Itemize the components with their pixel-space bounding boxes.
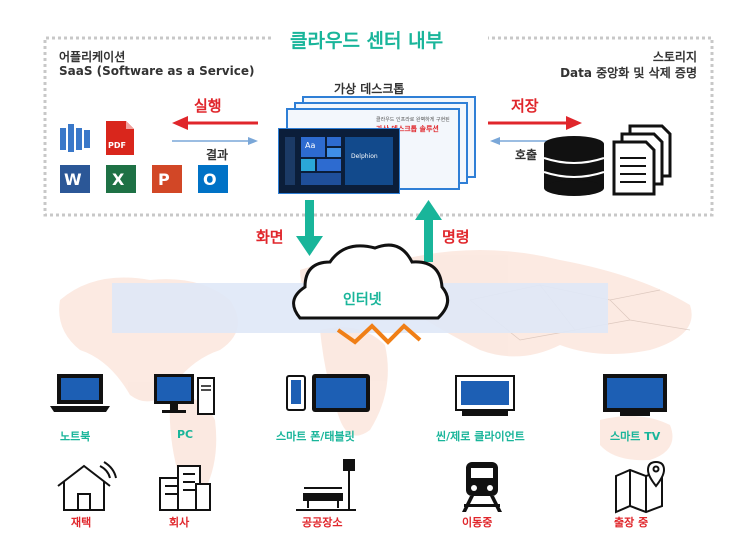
- cloud-architecture-diagram: 클라우드 센터 내부 어플리케이션 SaaS (Software as a Se…: [0, 0, 743, 538]
- location-label-public: 공공장소: [302, 516, 343, 529]
- location-label-business-trip: 출장 중: [614, 516, 649, 529]
- home-icon: [57, 461, 117, 511]
- internet-label: 인터넷: [343, 292, 382, 308]
- location-label-office: 회사: [169, 516, 190, 529]
- device-label-smart-tv: 스마트 TV: [610, 430, 661, 443]
- thin-client-icon: [455, 375, 515, 416]
- command-arrow: [415, 200, 442, 262]
- location-label-moving: 이동중: [462, 516, 493, 529]
- screen-label: 화면: [256, 228, 284, 246]
- location-label-home: 재택: [71, 516, 92, 529]
- pc-icon: [154, 374, 215, 415]
- phone-tablet-icon: [286, 374, 370, 412]
- signal-wave: [336, 323, 422, 345]
- smart-tv-icon: [603, 374, 667, 416]
- laptop-icon: [50, 374, 110, 412]
- location-icons: [57, 459, 666, 514]
- map-pin-icon: [615, 460, 666, 514]
- device-icons: [50, 374, 667, 416]
- office-building-icon: [159, 465, 211, 511]
- device-label-laptop: 노트북: [60, 430, 91, 443]
- train-icon: [462, 462, 502, 512]
- device-label-pc: PC: [177, 428, 194, 441]
- device-label-thin-client: 씬/제로 클라이언트: [436, 430, 525, 443]
- public-place-icon: [296, 459, 356, 511]
- command-label: 명령: [442, 228, 470, 246]
- device-label-phone-tablet: 스마트 폰/태블릿: [276, 430, 355, 443]
- screen-arrow: [296, 200, 323, 256]
